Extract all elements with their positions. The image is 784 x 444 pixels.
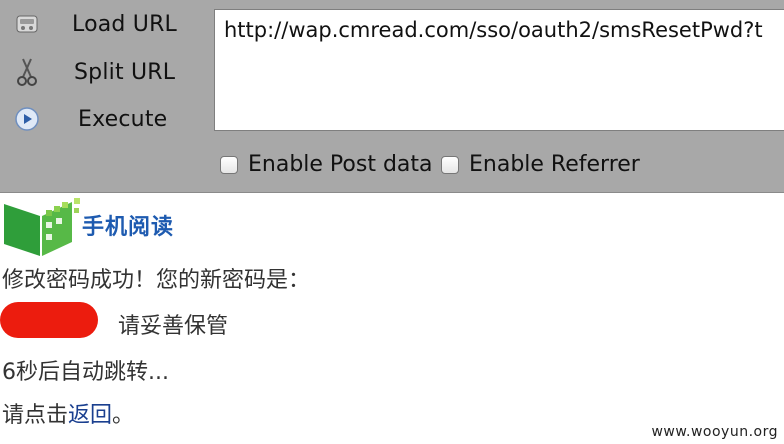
load-url-icon (14, 11, 40, 37)
split-url-label: Split URL (74, 59, 176, 85)
click-prefix: 请点击 (2, 403, 69, 428)
success-message: 修改密码成功！您的新密码是： (2, 268, 311, 293)
click-suffix: 。 (112, 403, 135, 428)
enable-referrer-checkbox[interactable] (441, 155, 459, 174)
redacted-password (0, 302, 98, 338)
enable-referrer-option[interactable]: Enable Referrer (441, 152, 640, 177)
back-link[interactable]: 返回 (68, 403, 112, 428)
execute-button[interactable]: Execute (0, 99, 210, 139)
logo-text: 手机阅读 (82, 215, 175, 240)
execute-label: Execute (78, 106, 168, 132)
keep-safe-text: 请妥善保管 (118, 314, 229, 339)
back-line: 请点击返回。 (2, 397, 134, 429)
load-url-label: Load URL (72, 11, 178, 37)
hackbar-toolbar: Load URL Split URL Execute http://wap.cm… (0, 0, 784, 193)
scissors-icon (14, 58, 40, 86)
load-url-button[interactable]: Load URL (0, 4, 210, 44)
play-icon (14, 106, 40, 132)
enable-post-data-option[interactable]: Enable Post data (220, 152, 433, 177)
redirect-notice: 6秒后自动跳转... (2, 360, 169, 385)
enable-post-data-label: Enable Post data (248, 152, 433, 177)
watermark-text: www.wooyun.org (651, 424, 778, 440)
enable-post-data-checkbox[interactable] (220, 155, 238, 174)
split-url-button[interactable]: Split URL (0, 52, 210, 92)
enable-referrer-label: Enable Referrer (469, 152, 640, 177)
url-textarea[interactable]: http://wap.cmread.com/sso/oauth2/smsRese… (214, 9, 784, 131)
